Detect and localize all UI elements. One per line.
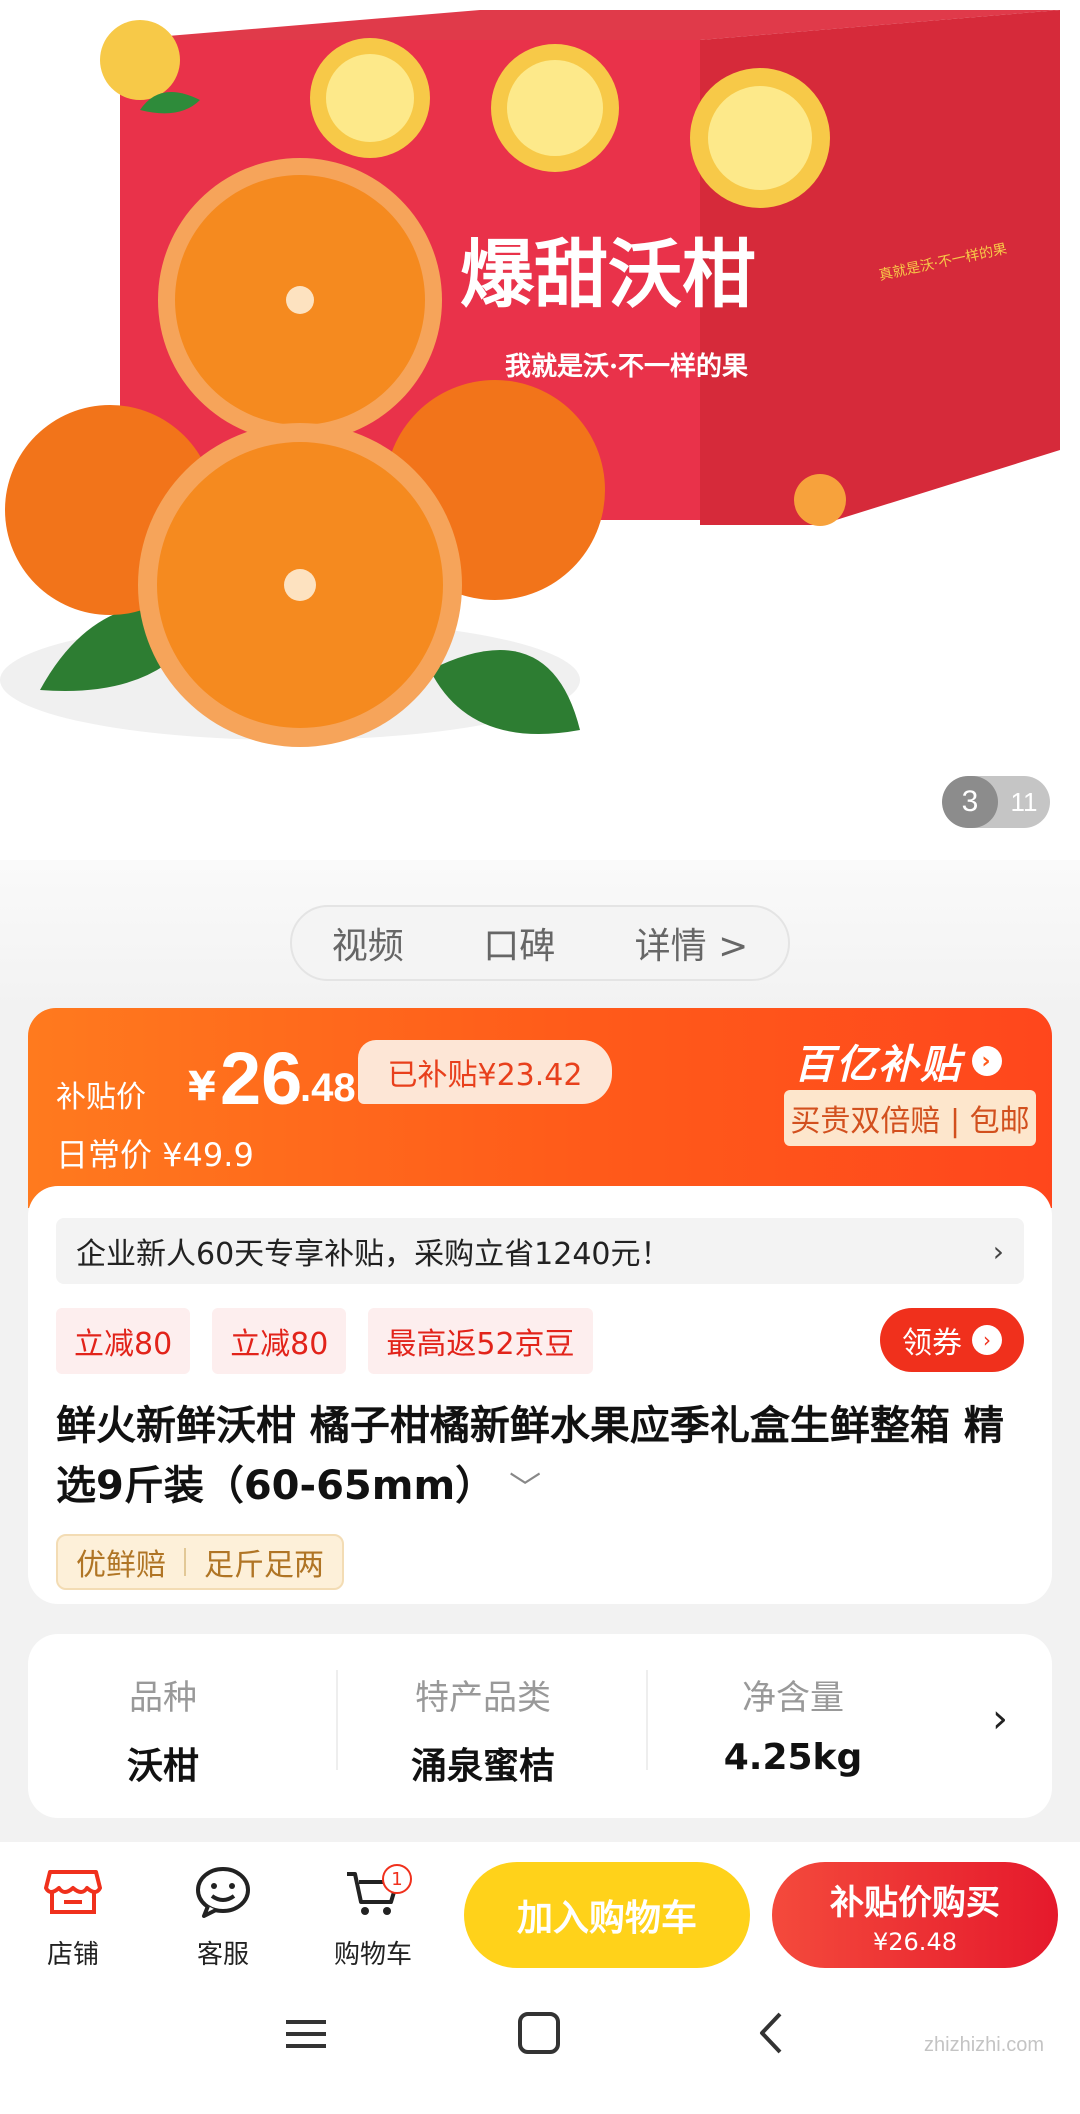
system-navigation-bar: zhizhizhi.com xyxy=(0,1982,1080,2114)
chevron-right-icon: › xyxy=(972,1046,1002,1076)
box-slogan: 我就是沃·不一样的果 xyxy=(505,351,748,382)
coupon-discount-1[interactable]: 立减80 xyxy=(56,1308,191,1374)
spec-value: 4.25kg xyxy=(723,1737,863,1778)
buy-now-button[interactable]: 补贴价购买 ¥26.48 xyxy=(772,1862,1058,1968)
spec-key: 特产品类 xyxy=(415,1678,551,1718)
get-coupon-label: 领券 xyxy=(902,1326,962,1361)
media-tabs: 视频 口碑 详情 > xyxy=(290,905,790,981)
daily-price: 日常价 ¥49.9 xyxy=(56,1130,254,1176)
currency-symbol: ¥ xyxy=(188,1064,216,1110)
store-button[interactable]: 店铺 xyxy=(18,1862,128,1971)
billion-subsidy-logo[interactable]: 百亿补贴 › xyxy=(794,1032,1002,1090)
daily-price-label: 日常价 xyxy=(56,1136,153,1174)
product-image-gallery[interactable]: 爆甜沃柑 我就是沃·不一样的果 真就是沃·不一样的果 3 11 xyxy=(0,0,1080,860)
price-integer: 26 xyxy=(220,1037,303,1120)
tag-full-weight: 足斤足两 xyxy=(204,1548,324,1583)
coupon-list: 立减80 立减80 最高返52京豆 xyxy=(56,1308,593,1374)
bottom-action-bar: 店铺 客服 1 购物车 加入购物车 补贴价购买 ¥26.48 xyxy=(0,1842,1080,1982)
box-title: 爆甜沃柑 xyxy=(460,232,756,318)
store-label: 店铺 xyxy=(46,1940,99,1970)
coupon-jingdou[interactable]: 最高返52京豆 xyxy=(368,1308,593,1374)
store-icon xyxy=(18,1862,128,1922)
spec-variety: 品种 沃柑 xyxy=(28,1670,298,1789)
cart-label: 购物车 xyxy=(333,1940,412,1970)
program-logo-text: 百亿补贴 xyxy=(794,1042,962,1088)
product-info-card: 企业新人60天专享补贴，采购立省1240元！ › 立减80 立减80 最高返52… xyxy=(28,1186,1052,1604)
image-counter: 3 11 xyxy=(942,776,1050,828)
tab-video[interactable]: 视频 xyxy=(324,917,412,969)
tag-fresh-guarantee: 优鲜赔 xyxy=(76,1548,166,1583)
menu-icon[interactable] xyxy=(286,2020,326,2048)
spec-category: 特产品类 涌泉蜜桔 xyxy=(348,1670,618,1789)
spec-key: 净含量 xyxy=(742,1678,844,1718)
tab-details[interactable]: 详情 > xyxy=(627,917,757,969)
buy-price: ¥26.48 xyxy=(873,1927,957,1956)
service-tags[interactable]: 优鲜赔 足斤足两 xyxy=(56,1534,344,1590)
image-counter-current: 3 xyxy=(942,776,998,828)
product-title: 鲜火新鲜沃柑 橘子柑橘新鲜水果应季礼盒生鲜整箱 精选9斤装（60-65mm） ﹀ xyxy=(56,1396,1026,1518)
back-icon[interactable] xyxy=(760,2012,782,2054)
spec-value: 涌泉蜜桔 xyxy=(410,1746,555,1787)
subsidy-price-label: 补贴价 xyxy=(56,1080,146,1115)
chevron-right-icon: › xyxy=(992,1234,1004,1268)
chevron-right-icon: › xyxy=(992,1696,1008,1742)
daily-price-value: ¥49.9 xyxy=(162,1136,254,1174)
spec-net-weight: 净含量 4.25kg xyxy=(658,1670,928,1778)
spec-divider xyxy=(336,1670,338,1770)
spec-key: 品种 xyxy=(129,1678,197,1718)
service-smile-icon xyxy=(168,1862,278,1922)
subsidy-price-card: 补贴价 ¥ 26 .48 已补贴¥23.42 日常价 ¥49.9 百亿补贴 › … xyxy=(28,1008,1052,1208)
product-photo: 爆甜沃柑 我就是沃·不一样的果 真就是沃·不一样的果 xyxy=(0,10,1060,747)
get-coupon-button[interactable]: 领券 › xyxy=(880,1308,1024,1372)
price-decimal: .48 xyxy=(300,1066,356,1110)
service-label: 客服 xyxy=(196,1940,249,1970)
customer-service-button[interactable]: 客服 xyxy=(168,1862,278,1971)
image-counter-total: 11 xyxy=(1010,786,1038,817)
enterprise-promo-bar[interactable]: 企业新人60天专享补贴，采购立省1240元！ › xyxy=(56,1218,1024,1284)
cart-button[interactable]: 1 购物车 xyxy=(318,1862,428,1971)
coupon-discount-2[interactable]: 立减80 xyxy=(212,1308,347,1374)
expand-chevron-icon[interactable]: ﹀ xyxy=(509,1469,541,1507)
program-guarantee-tags: 买贵双倍赔 | 包邮 xyxy=(784,1090,1036,1146)
chevron-right-icon: › xyxy=(972,1325,1002,1355)
tab-reviews[interactable]: 口碑 xyxy=(475,917,563,969)
buy-label: 补贴价购买 xyxy=(830,1882,1000,1923)
watermark: zhizhizhi.com xyxy=(924,2034,1045,2056)
subsidized-amount-badge: 已补贴¥23.42 xyxy=(358,1040,612,1104)
home-icon[interactable] xyxy=(518,2012,560,2054)
promo-text: 企业新人60天专享补贴，采购立省1240元！ xyxy=(76,1237,671,1272)
spec-value: 沃柑 xyxy=(126,1746,199,1787)
spec-divider xyxy=(646,1670,648,1770)
cart-count-badge: 1 xyxy=(382,1864,412,1894)
add-to-cart-button[interactable]: 加入购物车 xyxy=(464,1862,750,1968)
tag-divider xyxy=(184,1548,186,1576)
spec-summary-card[interactable]: 品种 沃柑 特产品类 涌泉蜜桔 净含量 4.25kg › xyxy=(28,1634,1052,1818)
cart-icon xyxy=(318,1862,428,1922)
